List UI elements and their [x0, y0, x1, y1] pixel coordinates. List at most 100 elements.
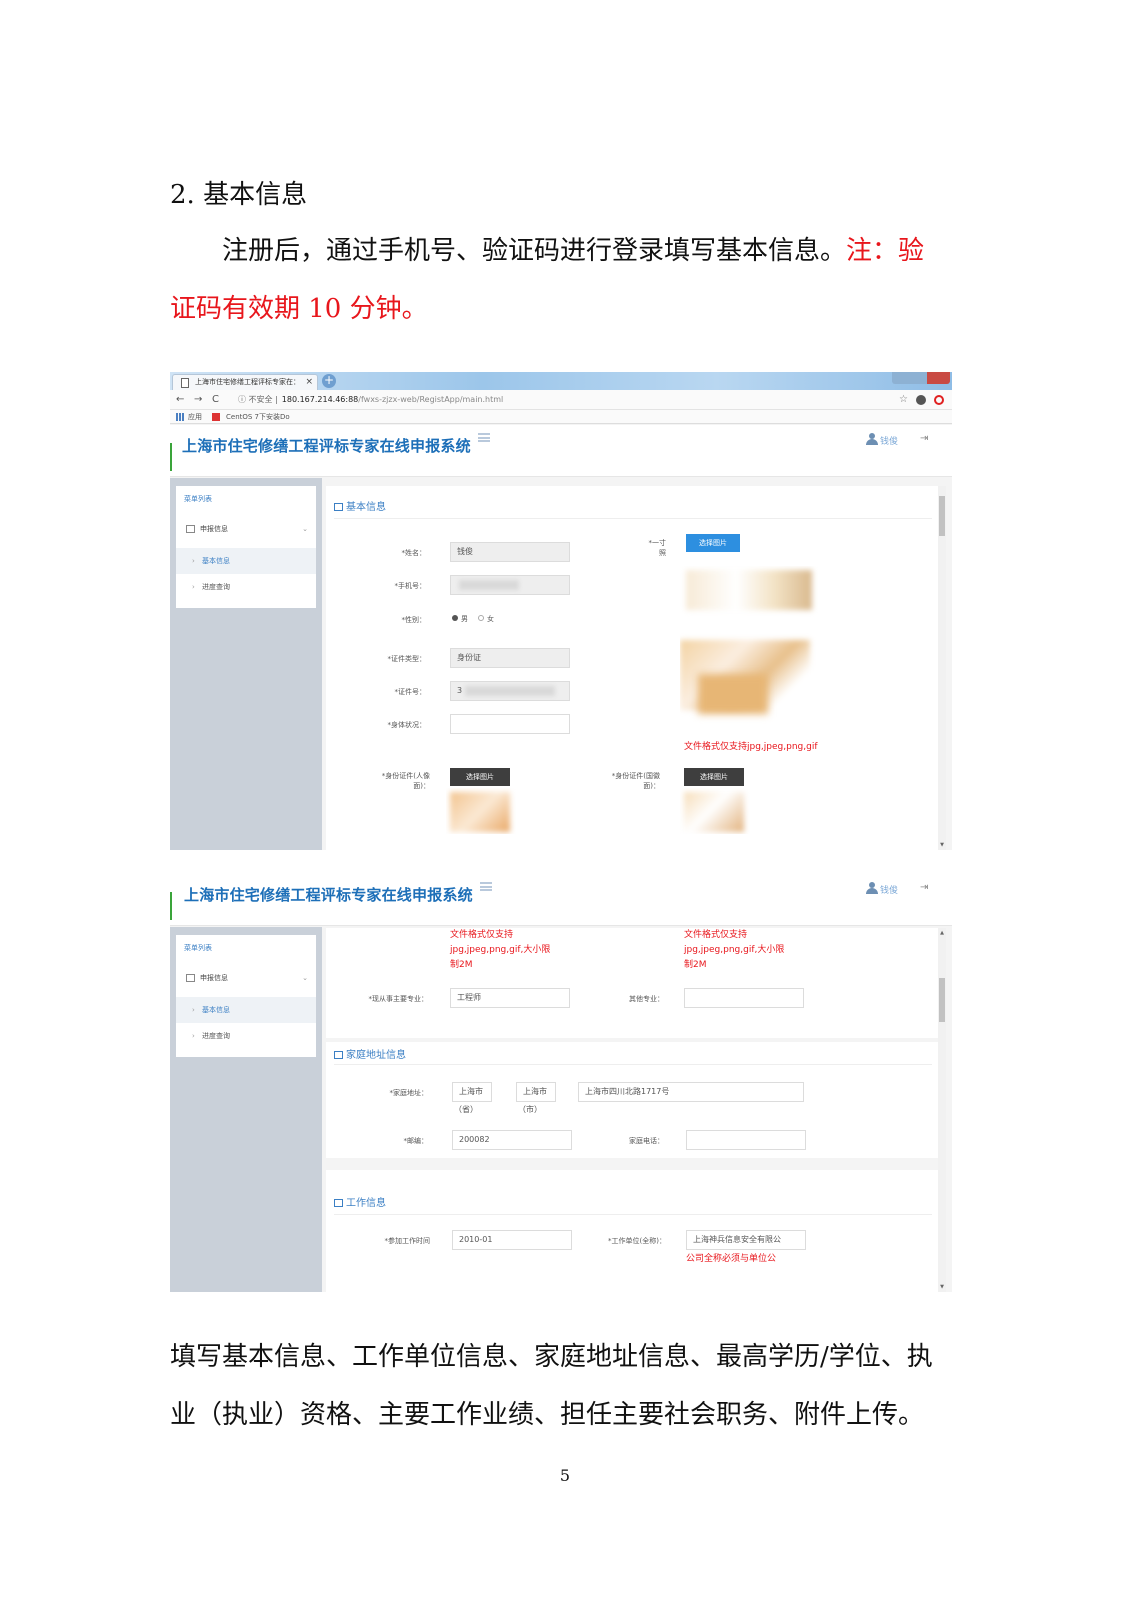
section-title-work: 工作信息	[334, 1194, 386, 1209]
chevron-down-icon: ⌄	[302, 525, 308, 533]
id-number-label: *证件号：	[394, 688, 427, 696]
sidebar-group-label: 申报信息	[200, 525, 228, 533]
user-name[interactable]: 钱俊	[880, 883, 898, 896]
radio-female[interactable]	[478, 615, 484, 621]
table-icon	[186, 974, 195, 982]
street-field[interactable]: 上海市四川北路1717号	[578, 1082, 804, 1102]
divider	[334, 518, 932, 519]
apps-grid-icon	[176, 413, 184, 421]
chevron-down-icon: ⌄	[302, 974, 308, 982]
sidebar-group-apply[interactable]: 申报信息 ⌄	[176, 514, 316, 544]
user-name[interactable]: 钱俊	[880, 434, 898, 447]
new-tab-button[interactable]: +	[322, 374, 336, 388]
sidebar-item-basic-info[interactable]: › 基本信息	[176, 997, 316, 1023]
major-label: *现从事主要专业：	[368, 995, 429, 1003]
back-icon[interactable]: ←	[176, 390, 184, 410]
employer-label: *工作单位(全称)：	[608, 1237, 666, 1245]
bookmark-apps[interactable]: 应用	[188, 410, 202, 424]
intro-note-continued: 证码有效期 10 分钟。	[170, 294, 428, 324]
window-controls[interactable]	[892, 372, 950, 384]
sidebar-item-label: 进度查询	[202, 583, 230, 591]
id-type-label: *证件类型：	[387, 655, 427, 663]
radio-male[interactable]	[452, 615, 458, 621]
menu-toggle-icon[interactable]	[478, 433, 490, 442]
address-label: *家庭地址：	[389, 1089, 429, 1097]
divider	[334, 1214, 932, 1215]
url-field[interactable]: ⓘ 不安全 | 180.167.214.46:88/fwxs-zjzx-web/R…	[238, 390, 503, 410]
sidebar: 菜单列表 申报信息 ⌄ › 基本信息 › 进度查询	[170, 927, 322, 1292]
id-back-label: *身份证件(国徽 面)：	[611, 772, 660, 790]
province-field[interactable]: 上海市	[452, 1082, 492, 1102]
health-label: *身体状况：	[387, 721, 427, 729]
major-field[interactable]: 工程师	[450, 988, 570, 1008]
section-title-basic: 基本信息	[334, 498, 386, 513]
upload-hint-left: 文件格式仅支持 jpg,jpeg,png,gif,大小限 制2M	[450, 930, 551, 970]
scroll-thumb[interactable]	[939, 978, 945, 1022]
divider	[334, 1064, 932, 1065]
close-icon[interactable]: ×	[305, 375, 313, 389]
user-icon	[866, 433, 878, 445]
scroll-up-icon[interactable]: ▲	[938, 930, 946, 936]
upload-hints-panel: 文件格式仅支持 jpg,jpeg,png,gif,大小限 制2M 文件格式仅支持 jp…	[326, 928, 940, 1038]
id-number-field[interactable]: 3	[450, 681, 570, 701]
sidebar-item-basic-info[interactable]: › 基本信息	[176, 548, 316, 574]
work-start-field[interactable]: 2010-01	[452, 1230, 572, 1250]
bookmark-star-icon[interactable]: ☆	[899, 390, 908, 410]
id-type-field[interactable]: 身份证	[450, 648, 570, 668]
gender-radio-group[interactable]: 男女	[452, 614, 494, 624]
sidebar-group-apply[interactable]: 申报信息 ⌄	[176, 963, 316, 993]
form-icon	[334, 1199, 343, 1207]
url-path: /fwxs-zjzx-web/RegistApp/main.html	[358, 395, 504, 404]
choose-photo-button[interactable]: 选择图片	[686, 534, 740, 552]
sidebar-item-progress[interactable]: › 进度查询	[176, 1023, 316, 1049]
scroll-down-icon[interactable]: ▼	[938, 1284, 946, 1290]
scrollbar[interactable]: ▼	[938, 486, 946, 850]
other-major-field[interactable]	[684, 988, 804, 1008]
home-phone-field[interactable]	[686, 1130, 806, 1150]
forward-icon[interactable]: →	[194, 390, 202, 410]
intro-note: 注：验	[846, 236, 925, 266]
menu-toggle-icon[interactable]	[480, 882, 492, 891]
app-title: 上海市住宅修缮工程评标专家在线申报系统	[184, 886, 473, 904]
sidebar-item-label: 基本信息	[202, 1006, 230, 1014]
sidebar-menu: 菜单列表 申报信息 ⌄ › 基本信息 › 进度查询	[176, 486, 316, 608]
id-back-preview	[680, 788, 750, 834]
choose-id-back-button[interactable]: 选择图片	[684, 768, 744, 786]
intro-text: 注册后，通过手机号、验证码进行登录填写基本信息。	[222, 236, 847, 266]
health-field[interactable]	[450, 714, 570, 734]
screenshot-basic-info: 上海市住宅修缮工程评标专家在： × + ← → C ⓘ 不安全 | 180.167…	[170, 372, 952, 850]
photo-preview	[680, 566, 818, 726]
app-header: 上海市住宅修缮工程评标专家在线申报系统 钱俊 ⇥	[170, 425, 952, 477]
user-icon	[866, 882, 878, 894]
logout-icon[interactable]: ⇥	[920, 433, 928, 444]
choose-id-front-button[interactable]: 选择图片	[450, 768, 510, 786]
accent-mark	[170, 892, 172, 920]
scroll-thumb[interactable]	[939, 496, 945, 536]
employer-field[interactable]: 上海神兵信息安全有限公	[686, 1230, 806, 1250]
app-title: 上海市住宅修缮工程评标专家在线申报系统	[182, 437, 471, 455]
extension-icon[interactable]	[934, 395, 944, 405]
sidebar-menu: 菜单列表 申报信息 ⌄ › 基本信息 › 进度查询	[176, 935, 316, 1057]
screenshot-address-work: 上海市住宅修缮工程评标专家在线申报系统 钱俊 ⇥ 菜单列表 申报信息 ⌄ › 基…	[170, 874, 952, 1292]
sidebar-item-progress[interactable]: › 进度查询	[176, 574, 316, 600]
logout-icon[interactable]: ⇥	[920, 882, 928, 893]
insecure-badge[interactable]: ⓘ 不安全 |	[238, 395, 278, 404]
section-heading: 2. 基本信息	[170, 180, 308, 210]
sidebar: 菜单列表 申报信息 ⌄ › 基本信息 › 进度查询	[170, 478, 322, 850]
name-field[interactable]: 钱俊	[450, 542, 570, 562]
sidebar-title: 菜单列表	[184, 944, 212, 952]
browser-tab[interactable]: 上海市住宅修缮工程评标专家在： ×	[172, 374, 318, 390]
address-bar: ← → C ⓘ 不安全 | 180.167.214.46:88/fwxs-zjzx…	[170, 390, 952, 410]
chevron-right-icon: ›	[192, 1032, 195, 1040]
city-field[interactable]: 上海市	[516, 1082, 556, 1102]
scroll-down-icon[interactable]: ▼	[938, 842, 946, 848]
bookmark-centos[interactable]: CentOS 7下安装Do	[226, 410, 290, 424]
phone-label: *手机号：	[394, 582, 427, 590]
accent-mark	[170, 443, 172, 471]
reload-icon[interactable]: C	[212, 390, 219, 410]
photo-format-hint: 文件格式仅支持jpg,jpeg,png,gif	[684, 742, 818, 752]
phone-field[interactable]	[450, 575, 570, 595]
scrollbar[interactable]: ▲ ▼	[938, 928, 946, 1292]
zip-field[interactable]: 200082	[452, 1130, 572, 1150]
account-icon[interactable]	[916, 395, 926, 405]
